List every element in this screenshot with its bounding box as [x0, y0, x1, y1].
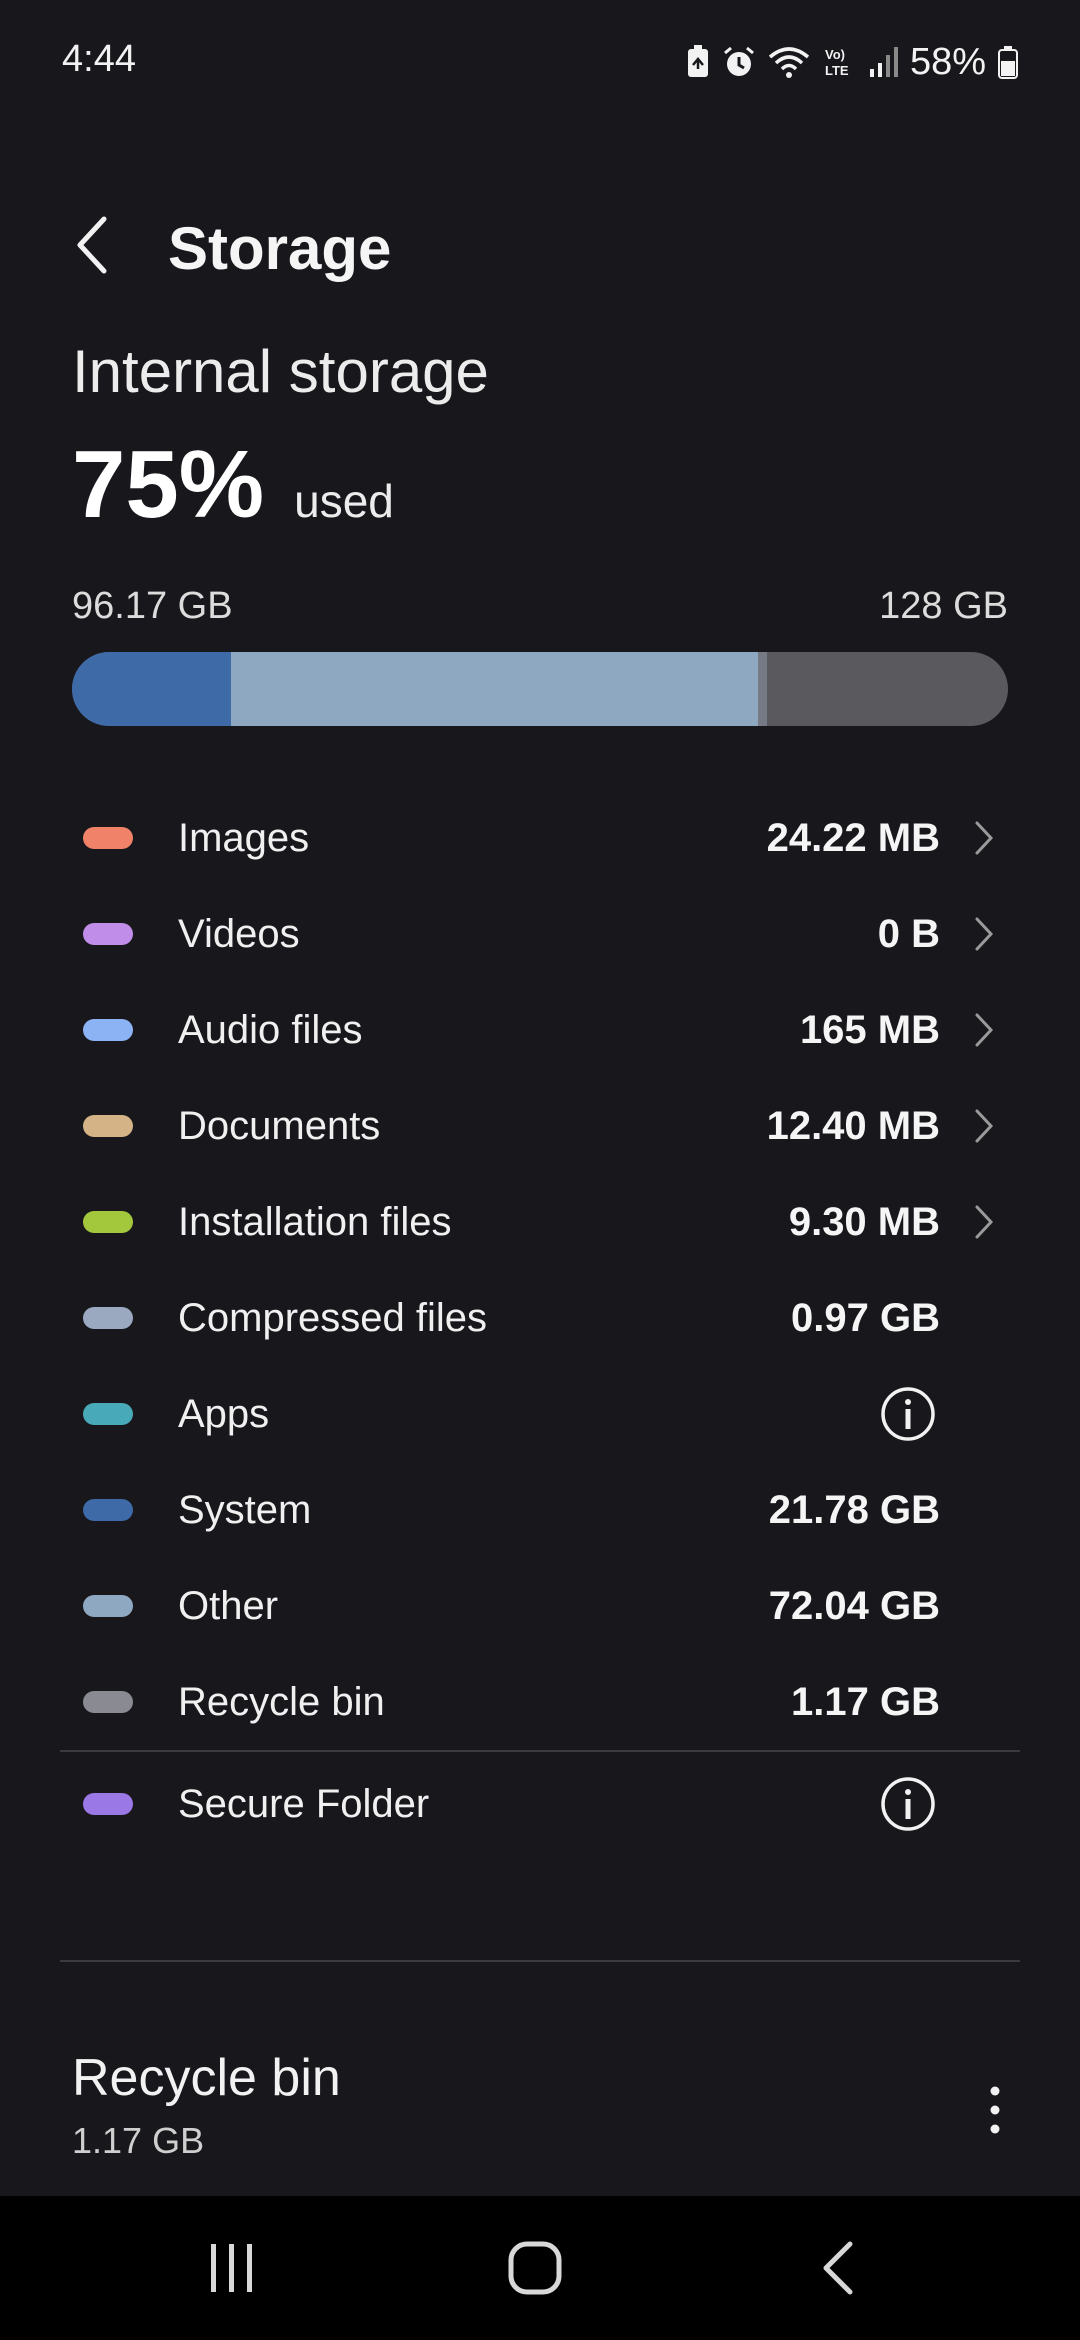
chevron-right-icon — [970, 1202, 998, 1242]
more-vertical-icon — [990, 2086, 1000, 2134]
chevron-right-icon — [970, 914, 998, 954]
chevron-right-icon — [970, 1010, 998, 1050]
back-chevron-icon — [77, 216, 107, 274]
storage-heading: Internal storage — [72, 338, 489, 405]
storage-usage-bar — [72, 652, 1008, 726]
category-value: 24.22 MB — [766, 815, 940, 860]
volte-icon: Vo) LTE — [822, 45, 856, 79]
home-icon — [508, 2241, 562, 2295]
section-divider — [60, 1960, 1020, 1962]
category-value: 1.17 GB — [791, 1679, 940, 1724]
category-color-dot — [83, 923, 133, 945]
category-row-other: Other 72.04 GB — [0, 1558, 1080, 1654]
category-name: Videos — [178, 911, 300, 956]
category-color-dot — [83, 1307, 133, 1329]
section-divider — [60, 1750, 1020, 1752]
battery-percent: 58% — [909, 40, 986, 83]
nav-back-icon — [823, 2241, 853, 2295]
recycle-bin-card[interactable]: Recycle bin 1.17 GB — [0, 2030, 1080, 2190]
page-title: Storage — [168, 215, 392, 282]
storage-bar-recycle-segment — [758, 652, 767, 726]
category-name: Compressed files — [178, 1295, 488, 1340]
category-value: 72.04 GB — [768, 1583, 940, 1628]
category-row-system: System 21.78 GB — [0, 1462, 1080, 1558]
category-value: 0.97 GB — [791, 1295, 940, 1340]
category-name: Apps — [178, 1391, 270, 1436]
category-row-audio-files[interactable]: Audio files 165 MB — [0, 982, 1080, 1078]
category-color-dot — [83, 1403, 133, 1425]
usage-percent: 75% — [72, 431, 265, 538]
status-time: 4:44 — [62, 38, 136, 80]
wifi-icon — [768, 45, 810, 79]
home-button[interactable] — [475, 2228, 595, 2308]
battery-icon — [998, 45, 1018, 79]
system-nav-bar — [0, 2196, 1080, 2340]
category-color-dot — [83, 1595, 133, 1617]
category-row-installation-files[interactable]: Installation files 9.30 MB — [0, 1174, 1080, 1270]
category-row-documents[interactable]: Documents 12.40 MB — [0, 1078, 1080, 1174]
usage-summary: 75% used — [72, 430, 394, 540]
category-row-recycle-bin: Recycle bin 1.17 GB — [0, 1654, 1080, 1750]
category-color-dot — [83, 1499, 133, 1521]
category-value: 165 MB — [799, 1007, 940, 1052]
category-name: Other — [178, 1583, 279, 1628]
category-name: Secure Folder — [178, 1781, 430, 1826]
battery-saver-icon — [686, 45, 710, 79]
category-color-dot — [83, 827, 133, 849]
category-name: System — [178, 1487, 312, 1532]
svg-text:Vo): Vo) — [825, 47, 845, 62]
total-amount: 128 GB — [879, 585, 1008, 627]
category-name: Installation files — [178, 1199, 452, 1244]
more-options-button[interactable] — [970, 2070, 1020, 2150]
category-color-dot — [83, 1115, 133, 1137]
category-value: 12.40 MB — [766, 1103, 940, 1148]
category-name: Images — [178, 815, 310, 860]
storage-bar-other-segment — [231, 652, 759, 726]
category-name: Documents — [178, 1103, 381, 1148]
category-name: Recycle bin — [178, 1679, 385, 1724]
storage-bar-system-segment — [72, 652, 232, 726]
recents-button[interactable] — [172, 2228, 292, 2308]
back-button[interactable] — [62, 210, 122, 280]
info-icon[interactable] — [880, 1386, 936, 1442]
category-row-apps: Apps — [0, 1366, 1080, 1462]
info-icon[interactable] — [880, 1776, 936, 1832]
category-name: Audio files — [178, 1007, 363, 1052]
category-row-images[interactable]: Images 24.22 MB — [0, 790, 1080, 886]
category-row-videos[interactable]: Videos 0 B — [0, 886, 1080, 982]
category-value: 9.30 MB — [788, 1199, 940, 1244]
recents-icon — [211, 2244, 252, 2292]
nav-back-button[interactable] — [778, 2228, 898, 2308]
category-color-dot — [83, 1691, 133, 1713]
signal-icon — [868, 45, 898, 79]
category-row-secure-folder: Secure Folder — [0, 1756, 1080, 1852]
category-color-dot — [83, 1211, 133, 1233]
category-color-dot — [83, 1019, 133, 1041]
app-header: Storage — [0, 190, 1080, 300]
recycle-bin-size: 1.17 GB — [72, 2120, 205, 2161]
category-value: 21.78 GB — [768, 1487, 940, 1532]
status-bar: 4:44 Vo) LTE 58% — [0, 0, 1080, 125]
category-value: 0 B — [877, 911, 940, 956]
category-row-compressed-files: Compressed files 0.97 GB — [0, 1270, 1080, 1366]
alarm-icon — [722, 45, 756, 79]
usage-label: used — [294, 475, 394, 527]
category-color-dot — [83, 1793, 133, 1815]
status-icons: Vo) LTE 58% — [686, 38, 1018, 86]
svg-text:LTE: LTE — [825, 63, 849, 78]
category-list: Images 24.22 MB Videos 0 B Audio files 1… — [0, 790, 1080, 1750]
chevron-right-icon — [970, 818, 998, 858]
recycle-bin-title: Recycle bin — [72, 2049, 341, 2107]
chevron-right-icon — [970, 1106, 998, 1146]
used-amount: 96.17 GB — [72, 585, 233, 627]
